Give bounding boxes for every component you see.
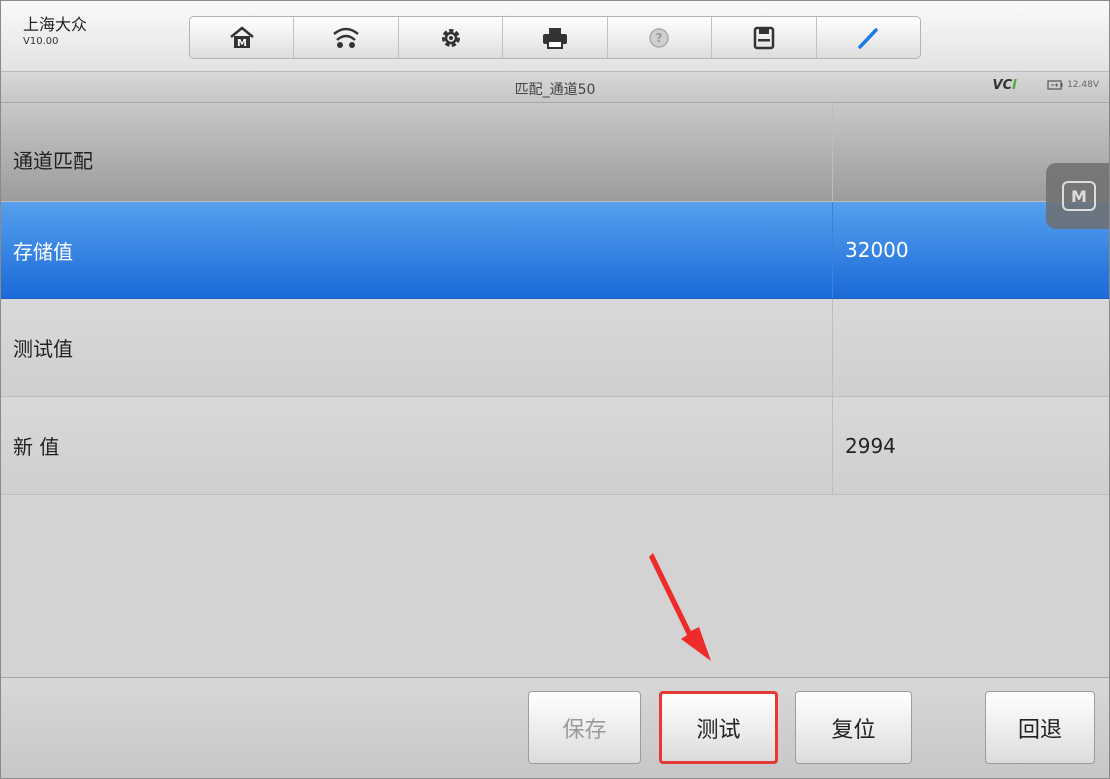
vehicle-icon [333,27,359,48]
save-data-button[interactable] [712,17,817,58]
top-toolbar: 上海大众 V10.00 M ? [1,1,1109,72]
help-button[interactable]: ? [608,17,713,58]
svg-text:M: M [237,38,247,49]
bottom-action-bar: 保存 测试 复位 回退 [1,677,1109,778]
test-button[interactable]: 测试 [659,691,778,764]
table-header-row: 通道匹配 [1,103,1109,202]
battery-icon [1047,80,1063,90]
red-arrow-annotation [649,553,711,661]
settings-button[interactable] [399,17,504,58]
table-row-test-value[interactable]: 测试值 [1,299,1109,397]
app-window: 上海大众 V10.00 M ? 匹配_通道50 VCI 12.48V 通道匹配 … [0,0,1110,779]
home-icon: M [229,25,254,49]
vci-label: VC [992,78,1013,93]
print-icon [542,27,567,49]
home-button[interactable]: M [190,17,295,58]
print-button[interactable] [503,17,608,58]
vehicle-button[interactable] [294,17,399,58]
edit-icon [858,27,878,49]
battery-voltage: 12.48V [1067,80,1099,90]
vci-status: VCI [993,78,1017,93]
vci-link-indicator: I [1012,78,1017,93]
brand-name: 上海大众 [23,15,88,34]
help-icon: ? [649,27,670,48]
row-label: 新 值 [1,397,833,494]
reset-button[interactable]: 复位 [795,691,912,764]
brand: 上海大众 V10.00 [23,15,87,49]
header-label: 通道匹配 [1,103,833,201]
back-button[interactable]: 回退 [985,691,1095,764]
m-icon: M [1062,181,1096,211]
edit-button[interactable] [817,17,920,58]
adaptation-table: 通道匹配 存储值 32000 测试值 新 值 2994 [1,103,1109,497]
page-title: 匹配_通道50 [514,82,596,98]
svg-text:?: ? [656,31,663,45]
settings-icon [441,28,460,47]
save-button[interactable]: 保存 [528,691,641,764]
toolbar-button-group: M ? [189,16,921,59]
table-row-stored-value[interactable]: 存储值 32000 [1,202,1109,299]
title-bar: 匹配_通道50 VCI 12.48V [1,72,1109,103]
save-icon [753,26,775,49]
table-row-new-value[interactable]: 新 值 2994 [1,397,1109,495]
row-label: 测试值 [1,299,833,396]
version-label: V10.00 [23,36,59,47]
row-label: 存储值 [1,202,833,298]
battery-status: 12.48V [1047,80,1099,90]
floating-menu-button[interactable]: M [1046,163,1109,229]
row-value: 2994 [845,433,896,458]
row-value [833,299,1109,396]
